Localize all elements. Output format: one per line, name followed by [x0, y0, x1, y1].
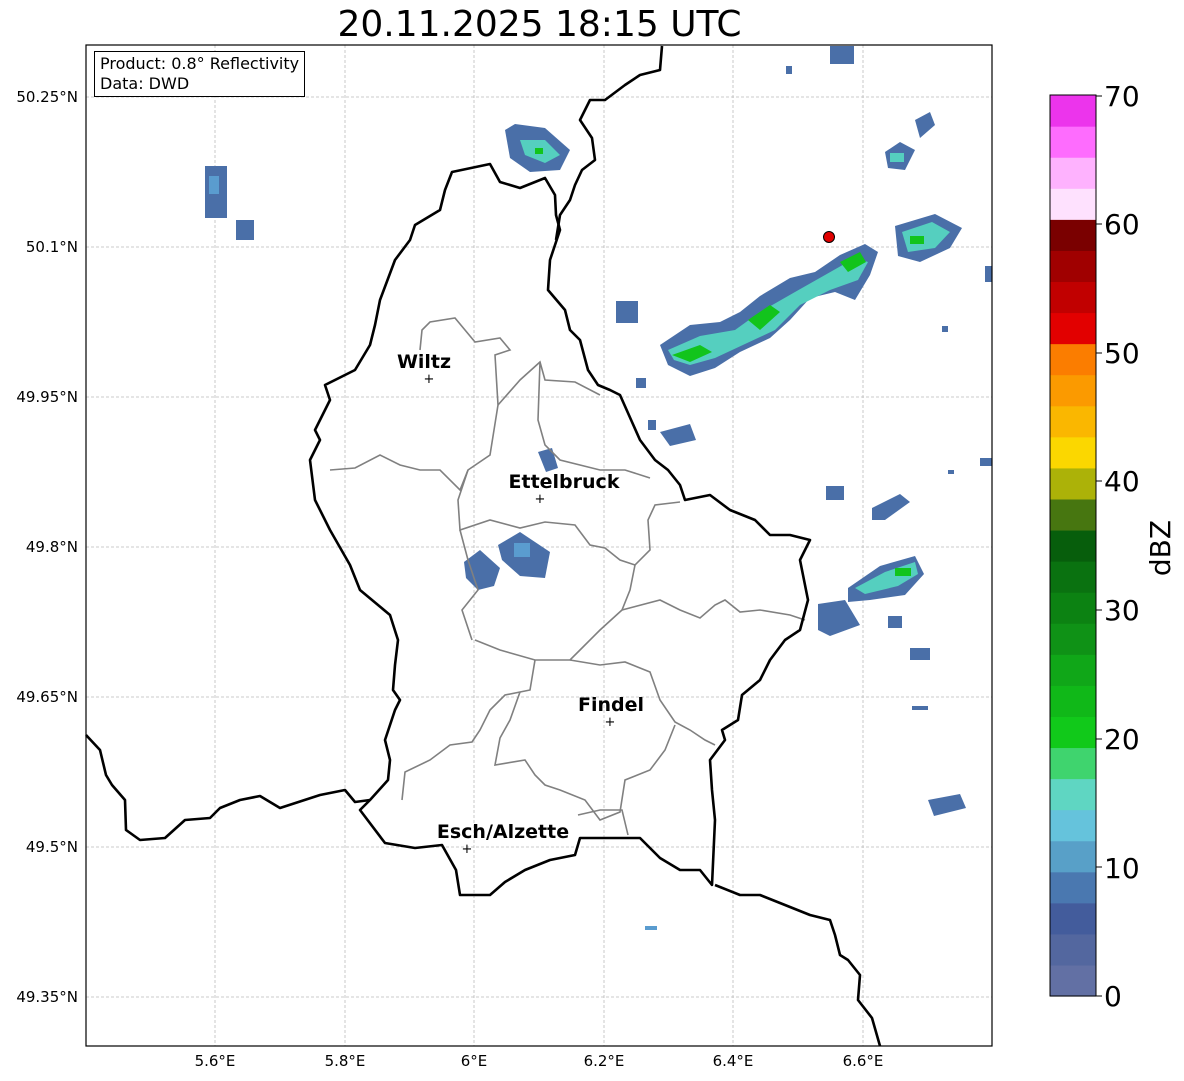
colorbar [1050, 95, 1096, 997]
echo-cell [464, 550, 500, 590]
colorbar-segment [1050, 312, 1096, 345]
colorbar-tick-labels: 0 10 20 30 40 50 60 70 [1104, 80, 1140, 1013]
colorbar-segment [1050, 840, 1096, 873]
city-marker-icon: + [535, 492, 546, 507]
lon-label: 6.4°E [713, 1052, 754, 1070]
colorbar-segment [1050, 654, 1096, 686]
lat-label: 49.35°N [16, 988, 78, 1006]
lat-label: 50.1°N [26, 238, 78, 256]
colorbar-segment [1050, 343, 1096, 376]
colorbar-tick: 0 [1104, 980, 1122, 1013]
lon-label: 6.2°E [584, 1052, 625, 1070]
city-label: Esch/Alzette [437, 821, 569, 843]
colorbar-segment [1050, 95, 1096, 127]
echo-cell [660, 424, 696, 446]
data-source-label: Data: DWD [100, 74, 190, 93]
canton-borders [329, 317, 806, 836]
colorbar-tick: 10 [1104, 852, 1140, 885]
colorbar-segment [1050, 623, 1096, 655]
colorbar-segment [1050, 747, 1096, 780]
radar-site-marker [823, 231, 835, 243]
colorbar-segment [1050, 126, 1096, 158]
city-findel: + Findel [578, 694, 644, 730]
colorbar-segment [1050, 964, 1096, 997]
lat-label: 49.5°N [26, 838, 78, 856]
lat-label: 49.8°N [26, 538, 78, 556]
colorbar-segment [1050, 529, 1096, 562]
city-esch-alzette: + Esch/Alzette [437, 821, 569, 857]
echo-cell [928, 794, 966, 816]
lon-tick-labels: 5.6°E 5.8°E 6°E 6.2°E 6.4°E 6.6°E [195, 1052, 884, 1070]
colorbar-tick-marks [1096, 95, 1102, 997]
city-marker-icon: + [462, 842, 473, 857]
colorbar-segment [1050, 405, 1096, 438]
lon-label: 6.6°E [843, 1052, 884, 1070]
lat-label: 50.25°N [16, 88, 78, 106]
lat-tick-labels: 50.25°N 50.1°N 49.95°N 49.8°N 49.65°N 49… [16, 88, 78, 1006]
echo-cell [616, 301, 638, 323]
echo-cell [236, 220, 254, 240]
city-marker-icon: + [424, 372, 435, 387]
colorbar-segment [1050, 809, 1096, 842]
colorbar-tick: 50 [1104, 337, 1140, 370]
echo-cell [915, 112, 935, 138]
colorbar-segment [1050, 188, 1096, 220]
colorbar-segment [1050, 871, 1096, 904]
product-label: Product: 0.8° Reflectivity [100, 54, 300, 73]
product-info-box: Product: 0.8° Reflectivity Data: DWD [94, 51, 306, 97]
colorbar-segment [1050, 592, 1096, 624]
colorbar-segment [1050, 933, 1096, 966]
colorbar-tick: 70 [1104, 80, 1140, 113]
echo-cell [872, 494, 910, 520]
colorbar-segment [1050, 467, 1096, 500]
colorbar-tick: 40 [1104, 465, 1140, 498]
city-label: Wiltz [397, 351, 451, 373]
echo-cell [818, 600, 860, 636]
colorbar-segment [1050, 436, 1096, 469]
city-label: Findel [578, 694, 644, 716]
lon-label: 5.6°E [195, 1052, 236, 1070]
colorbar-segment [1050, 157, 1096, 189]
colorbar-segment [1050, 374, 1096, 407]
colorbar-segment [1050, 250, 1096, 283]
colorbar-segment [1050, 902, 1096, 935]
lat-label: 49.65°N [16, 688, 78, 706]
radar-map: 50.25°N 50.1°N 49.95°N 49.8°N 49.65°N 49… [16, 44, 1177, 1070]
echo-cell [538, 448, 558, 472]
city-wiltz: + Wiltz [397, 351, 451, 387]
colorbar-segment [1050, 219, 1096, 251]
colorbar-title: dBZ [1144, 520, 1177, 576]
city-label: Ettelbruck [509, 471, 620, 493]
colorbar-tick: 20 [1104, 723, 1140, 756]
colorbar-segment [1050, 716, 1096, 749]
colorbar-segment [1050, 281, 1096, 314]
colorbar-segment [1050, 685, 1096, 717]
lon-label: 6°E [461, 1052, 488, 1070]
city-marker-icon: + [605, 715, 616, 730]
city-markers: + Wiltz + Ettelbruck + Findel + Esch/Alz… [397, 351, 644, 857]
city-ettelbruck: + Ettelbruck [509, 471, 620, 507]
colorbar-segment [1050, 561, 1096, 593]
colorbar-tick: 30 [1104, 594, 1140, 627]
echo-cell [830, 46, 854, 64]
colorbar-segment [1050, 778, 1096, 811]
colorbar-segment [1050, 498, 1096, 531]
colorbar-tick: 60 [1104, 208, 1140, 241]
lon-label: 5.8°E [325, 1052, 366, 1070]
lat-label: 49.95°N [16, 388, 78, 406]
